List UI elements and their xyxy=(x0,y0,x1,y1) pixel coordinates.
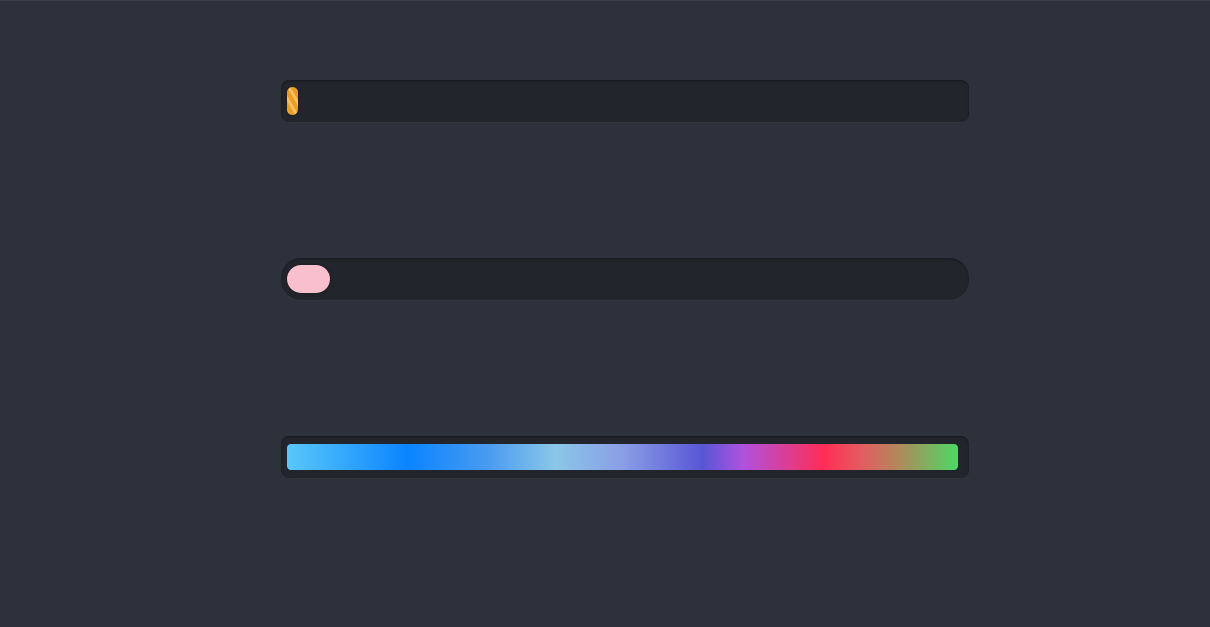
progress-bar-2-track xyxy=(281,258,969,300)
progress-bar-1-fill xyxy=(287,87,298,115)
window-top-border xyxy=(0,0,1210,1)
progress-bar-3-track xyxy=(281,436,969,478)
progress-bar-2-fill xyxy=(287,265,330,293)
progress-bar-3-fill xyxy=(287,444,958,470)
progress-bars-container xyxy=(281,80,969,478)
progress-bar-1-track xyxy=(281,80,969,122)
